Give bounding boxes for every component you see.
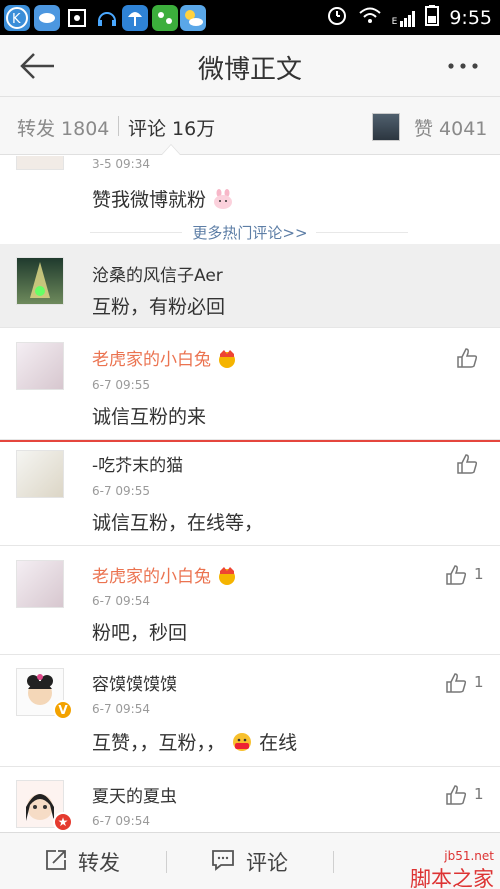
tab-likes[interactable]: 赞 4041	[414, 114, 487, 141]
hugging-emoji-icon	[233, 733, 252, 751]
battery-icon	[425, 4, 440, 31]
network-type-label: E	[391, 16, 398, 27]
comment-time: 6-7 09:54	[92, 814, 150, 828]
liker-avatar[interactable]	[372, 113, 400, 141]
divider-line	[316, 232, 408, 233]
comment-row[interactable]: 老虎家的小白兔 6-7 09:55 诚信互粉的来	[0, 328, 500, 440]
page-title: 微博正文	[197, 55, 302, 85]
nav-header: 微博正文	[0, 35, 500, 97]
screenshot-icon	[64, 5, 90, 31]
comment-text-part: 互赞，，互粉，，	[92, 732, 226, 754]
comment-row[interactable]: 老虎家的小白兔 6-7 09:54 粉吧，秒回 1	[0, 546, 500, 655]
tab-divider	[118, 116, 119, 136]
weather-sunny-icon	[180, 5, 206, 31]
active-tab-pointer	[162, 145, 180, 155]
like-thumb-icon[interactable]	[456, 347, 478, 369]
bunny-emoji-icon	[214, 189, 233, 209]
comment-text: 诚信互粉的来	[92, 406, 207, 428]
like-thumb-icon[interactable]	[445, 672, 467, 694]
like-count: 1	[474, 673, 484, 691]
weather-rain-icon	[122, 5, 148, 31]
comment-row[interactable]: ★ 夏天的夏虫 6-7 09:54 1	[0, 767, 500, 832]
tab-comments[interactable]: 评论 16万	[128, 114, 215, 141]
wifi-icon	[358, 5, 382, 30]
comment-row[interactable]: -吃芥末的猫 6-7 09:55 诚信互粉，在线等，	[0, 442, 500, 546]
crown-emoji-icon	[219, 350, 236, 368]
commenter-name[interactable]: 容馍馍馍馍	[92, 670, 177, 695]
comment-text: 互粉，有粉必回	[92, 296, 226, 318]
comment-row[interactable]: V 容馍馍馍馍 6-7 09:54 互赞，，互粉，， 在线 1	[0, 655, 500, 767]
comment-row-partial[interactable]: 3-5 09:34 赞我微博就粉 更多热门评论>>	[0, 156, 500, 244]
bottom-divider	[333, 851, 334, 873]
more-options-icon[interactable]	[446, 53, 480, 79]
comment-time: 3-5 09:34	[92, 157, 150, 171]
bottom-divider	[166, 851, 167, 873]
avatar[interactable]	[16, 342, 64, 390]
weibo-tabs: 转发 1804 评论 16万 赞 4041	[0, 97, 500, 155]
commenter-name[interactable]: 老虎家的小白兔	[92, 562, 238, 587]
comment-time: 6-7 09:55	[92, 484, 150, 498]
like-thumb-icon[interactable]	[456, 453, 478, 475]
tab-forward[interactable]: 转发 1804	[17, 114, 109, 141]
forward-icon[interactable]	[44, 848, 68, 876]
comment-button[interactable]: 评论	[246, 847, 288, 877]
svg-text:K: K	[12, 12, 21, 27]
comment-row[interactable]: 沧桑的风信子Aer 互粉，有粉必回	[0, 244, 500, 328]
bottom-action-bar: 转发 评论 jb51.net 脚本之家	[0, 832, 500, 889]
comment-time: 6-7 09:55	[92, 378, 150, 392]
weather-cloud-icon	[34, 5, 60, 31]
watermark-url: jb51.net	[444, 849, 494, 863]
verified-badge-icon: ★	[53, 812, 73, 832]
comment-icon[interactable]	[211, 849, 235, 875]
app-green-icon	[152, 5, 178, 31]
comment-text: 互赞，，互粉，， 在线	[92, 728, 297, 755]
avatar[interactable]	[16, 257, 64, 305]
verified-badge-icon: V	[53, 700, 73, 720]
app-k-icon: K	[4, 5, 30, 31]
comment-time: 6-7 09:54	[92, 594, 150, 608]
forward-button[interactable]: 转发	[78, 847, 120, 877]
commenter-name[interactable]: 老虎家的小白兔	[92, 345, 238, 370]
comment-text: 粉吧，秒回	[92, 622, 188, 644]
like-thumb-icon[interactable]	[445, 564, 467, 586]
comment-list[interactable]: 3-5 09:34 赞我微博就粉 更多热门评论>> 沧桑的风信子Aer 互粉，有…	[0, 156, 500, 832]
comment-text: 赞我微博就粉	[92, 185, 234, 212]
clock-time: 9:55	[449, 6, 492, 29]
commenter-name-text: 老虎家的小白兔	[92, 350, 211, 370]
commenter-name[interactable]: 沧桑的风信子Aer	[92, 261, 223, 286]
commenter-name[interactable]: -吃芥末的猫	[92, 451, 183, 476]
avatar[interactable]	[16, 560, 64, 608]
headset-icon	[94, 5, 120, 31]
commenter-name[interactable]: 夏天的夏虫	[92, 782, 177, 807]
comment-text: 诚信互粉，在线等，	[92, 512, 264, 534]
signal-icon: E	[392, 9, 416, 27]
like-count: 1	[474, 565, 484, 583]
like-count: 1	[474, 785, 484, 803]
crown-emoji-icon	[219, 567, 236, 585]
like-thumb-icon[interactable]	[445, 784, 467, 806]
alarm-icon	[326, 4, 348, 31]
commenter-name-text: 老虎家的小白兔	[92, 567, 211, 587]
status-bar: K E 9:55	[0, 0, 500, 35]
avatar[interactable]	[16, 450, 64, 498]
avatar[interactable]	[16, 156, 64, 170]
comment-text-part: 在线	[259, 732, 298, 754]
watermark-site: 脚本之家	[410, 867, 494, 889]
more-hot-comments-link[interactable]: 更多热门评论>>	[0, 222, 500, 243]
comment-text-content: 赞我微博就粉	[92, 189, 207, 211]
comment-time: 6-7 09:54	[92, 702, 150, 716]
